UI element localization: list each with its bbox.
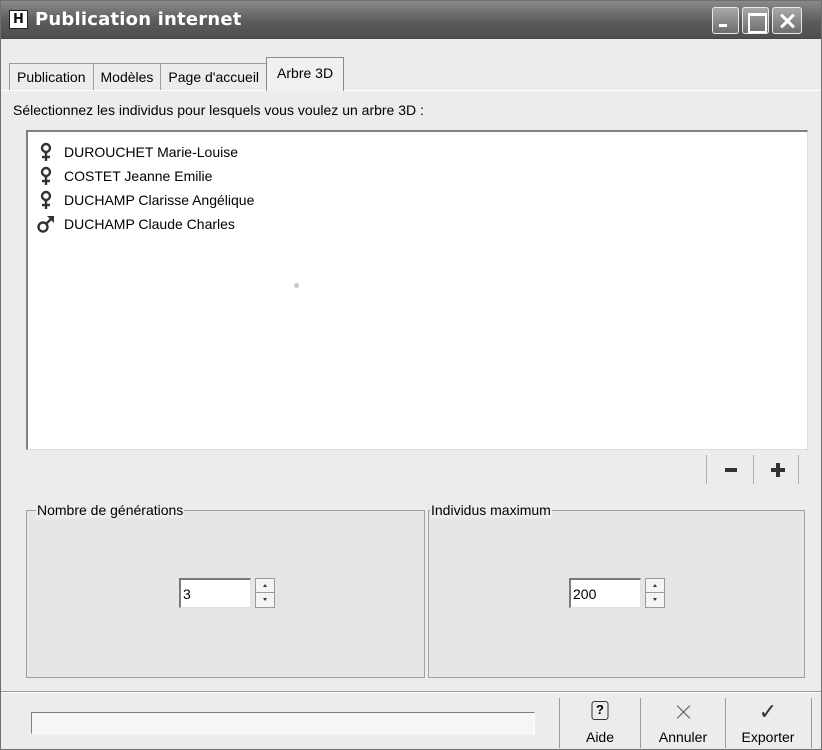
cursor-dot [294, 283, 299, 288]
separator [559, 698, 560, 748]
individual-name: DUCHAMP Clarisse Angélique [64, 192, 255, 208]
max-individuals-spinner[interactable]: 200 [569, 578, 665, 608]
tab-modeles[interactable]: Modèles [92, 63, 162, 91]
list-item[interactable]: DUCHAMP Clarisse Angélique [36, 189, 254, 211]
list-item[interactable]: DUCHAMP Claude Charles [36, 213, 235, 235]
male-icon [36, 214, 56, 234]
tab-page-accueil[interactable]: Page d'accueil [160, 63, 268, 91]
cancel-label: Annuler [658, 729, 708, 745]
help-label: Aide [585, 729, 615, 745]
title-bar[interactable]: H Publication internet [1, 1, 821, 39]
generations-label: Nombre de générations [36, 502, 185, 518]
tab-bar: Publication Modèles Page d'accueil Arbre… [9, 57, 345, 91]
close-icon [673, 701, 693, 723]
spin-down-icon[interactable] [646, 593, 664, 607]
maximize-button[interactable] [742, 7, 769, 34]
add-individual-button[interactable] [761, 455, 791, 484]
tab-divider [1, 90, 821, 91]
max-individuals-group: Individus maximum 200 [428, 502, 805, 678]
publication-dialog: H Publication internet Publication Modèl… [0, 0, 822, 750]
list-item[interactable]: COSTET Jeanne Emilie [36, 165, 212, 187]
cancel-button[interactable]: Annuler [645, 698, 721, 748]
female-icon [36, 142, 56, 162]
spin-up-icon[interactable] [646, 579, 664, 593]
instruction-text: Sélectionnez les individus pour lesquels… [13, 102, 424, 118]
max-individuals-input[interactable]: 200 [569, 578, 641, 608]
spin-up-icon[interactable] [256, 579, 274, 593]
separator [706, 455, 707, 484]
export-label: Exporter [741, 729, 795, 745]
generations-spinner[interactable]: 3 [179, 578, 275, 608]
spin-down-icon[interactable] [256, 593, 274, 607]
app-icon: H [9, 10, 28, 29]
remove-individual-button[interactable] [716, 455, 746, 484]
tab-arbre-3d[interactable]: Arbre 3D [266, 57, 345, 91]
individuals-list[interactable]: DUROUCHET Marie-Louise COSTET Jeanne Emi… [26, 130, 808, 450]
help-button[interactable]: ? Aide [567, 698, 633, 748]
separator [725, 698, 726, 748]
separator [811, 698, 812, 748]
female-icon [36, 190, 56, 210]
generations-group: Nombre de générations 3 [26, 502, 425, 678]
window-title: Publication internet [35, 9, 242, 30]
max-individuals-label: Individus maximum [430, 502, 552, 518]
separator [753, 455, 754, 484]
individual-name: DUCHAMP Claude Charles [64, 216, 235, 232]
help-icon: ? [591, 701, 609, 720]
app-icon-glyph: H [13, 12, 24, 27]
export-button[interactable]: ✓ Exporter [729, 698, 807, 748]
tab-publication[interactable]: Publication [9, 63, 94, 91]
footer-divider-highlight [1, 692, 821, 693]
individual-name: COSTET Jeanne Emilie [64, 168, 213, 184]
minimize-button[interactable] [712, 7, 739, 34]
separator [640, 698, 641, 748]
generations-spin-buttons[interactable] [255, 578, 275, 608]
max-individuals-spin-buttons[interactable] [645, 578, 665, 608]
female-icon [36, 166, 56, 186]
list-item[interactable]: DUROUCHET Marie-Louise [36, 141, 238, 163]
progress-bar [31, 712, 535, 734]
separator [798, 455, 799, 484]
checkmark-icon: ✓ [758, 699, 778, 724]
close-button[interactable] [772, 7, 802, 34]
individual-name: DUROUCHET Marie-Louise [64, 144, 239, 160]
generations-input[interactable]: 3 [179, 578, 251, 608]
